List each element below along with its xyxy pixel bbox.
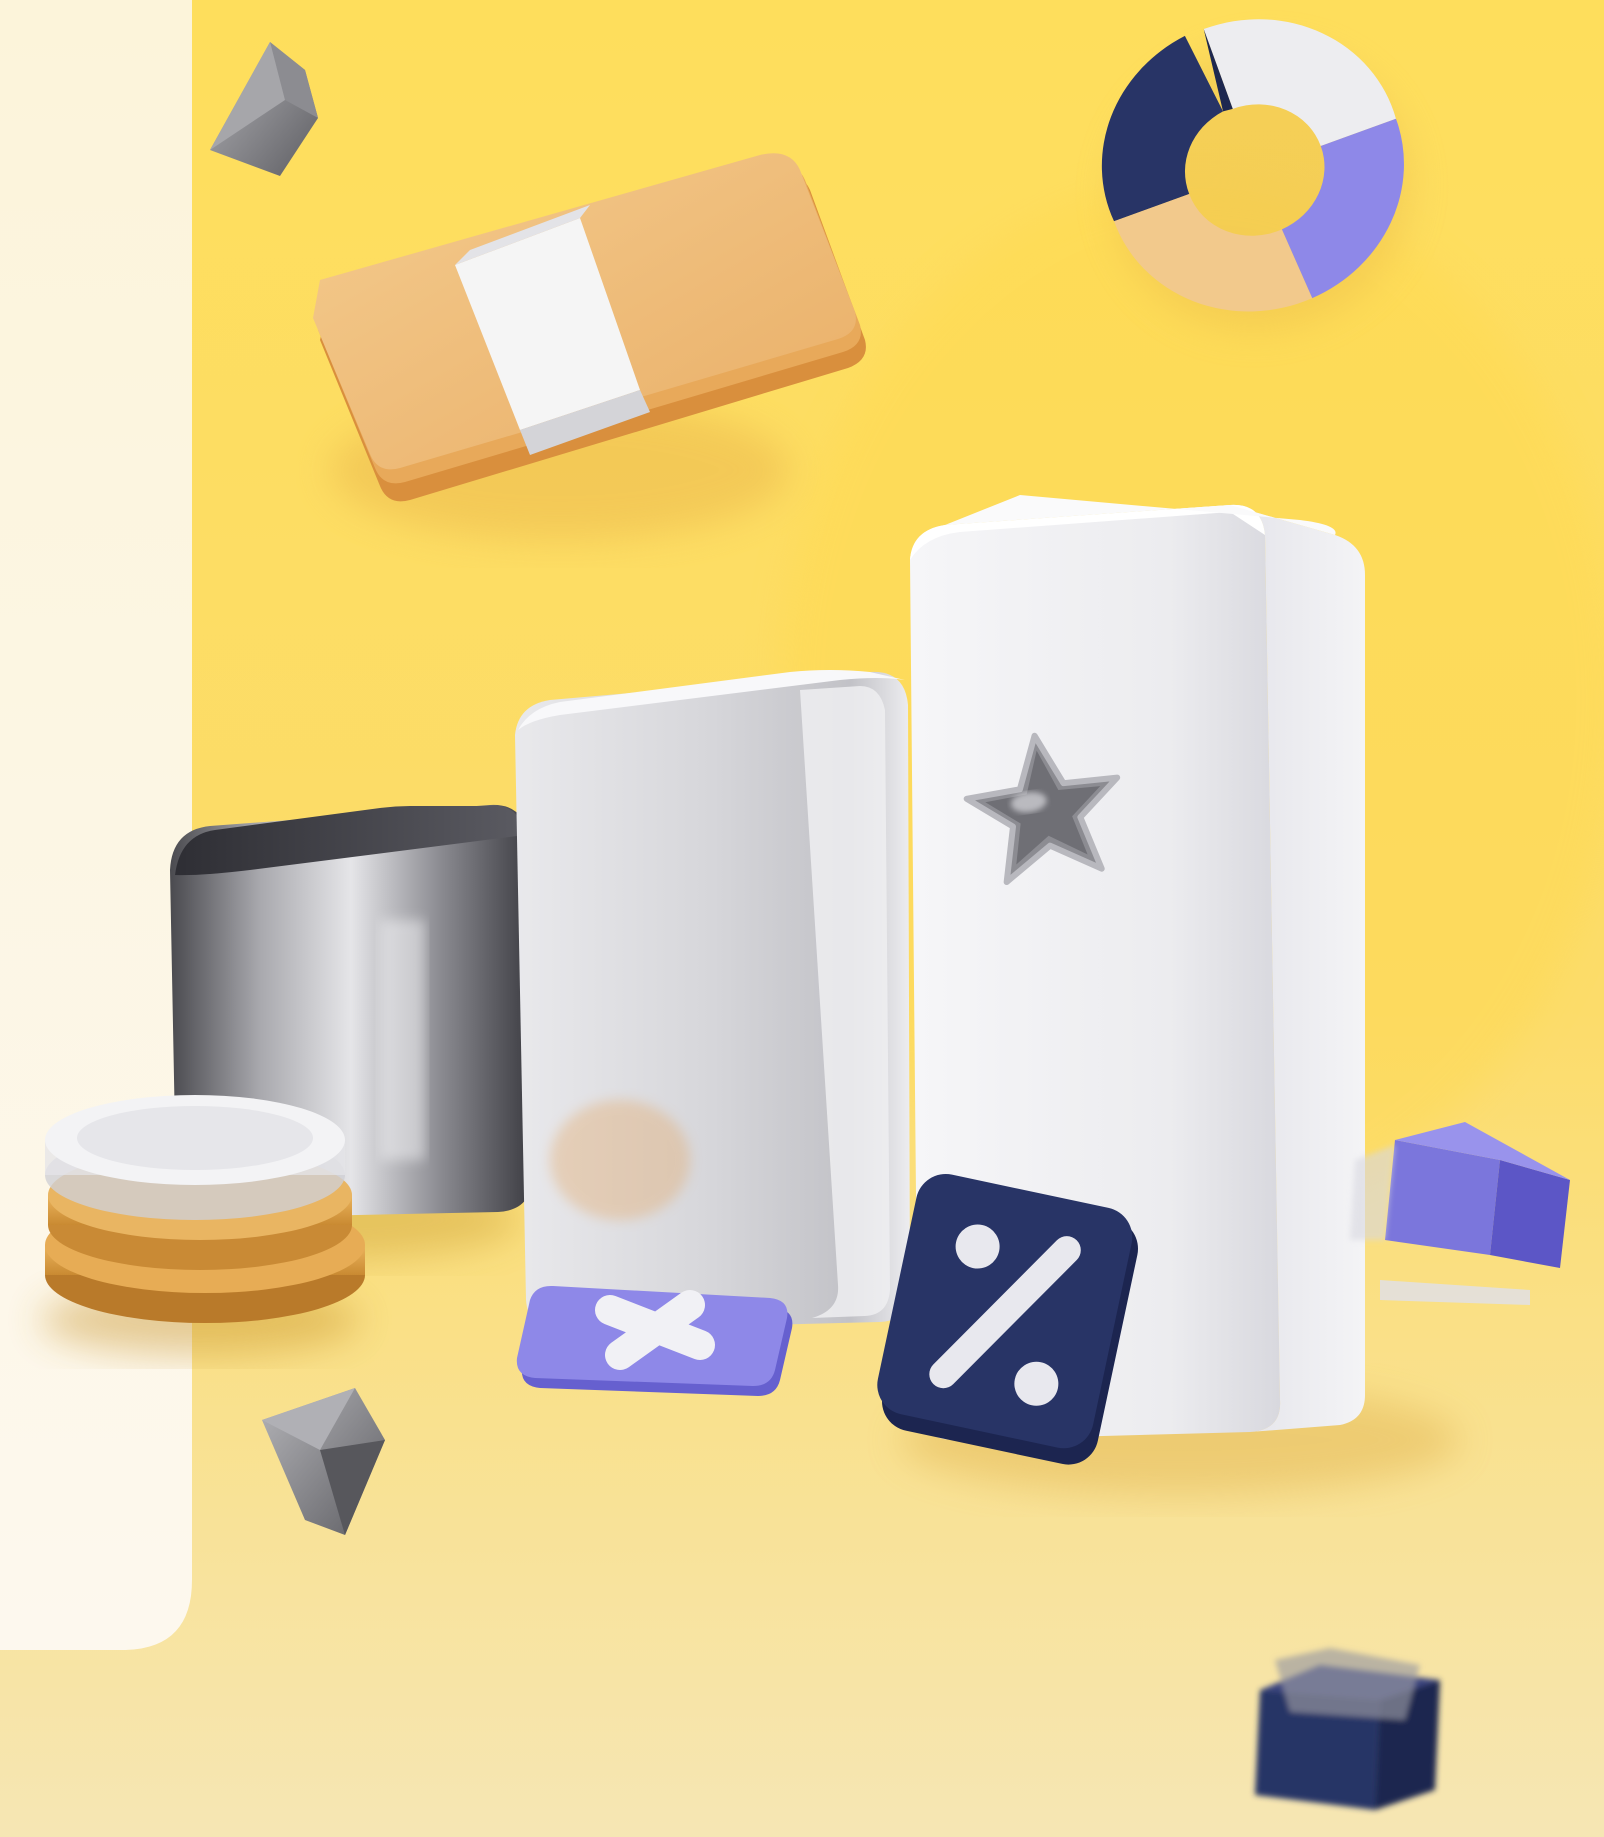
illustration-scene (0, 0, 1604, 1837)
navy-box (1255, 1648, 1440, 1810)
side-panel (0, 0, 192, 1650)
coin-stack (40, 1095, 365, 1355)
silver-pillar (515, 670, 910, 1330)
illustration-canvas (0, 0, 1604, 1837)
x-icon (516, 1285, 793, 1396)
